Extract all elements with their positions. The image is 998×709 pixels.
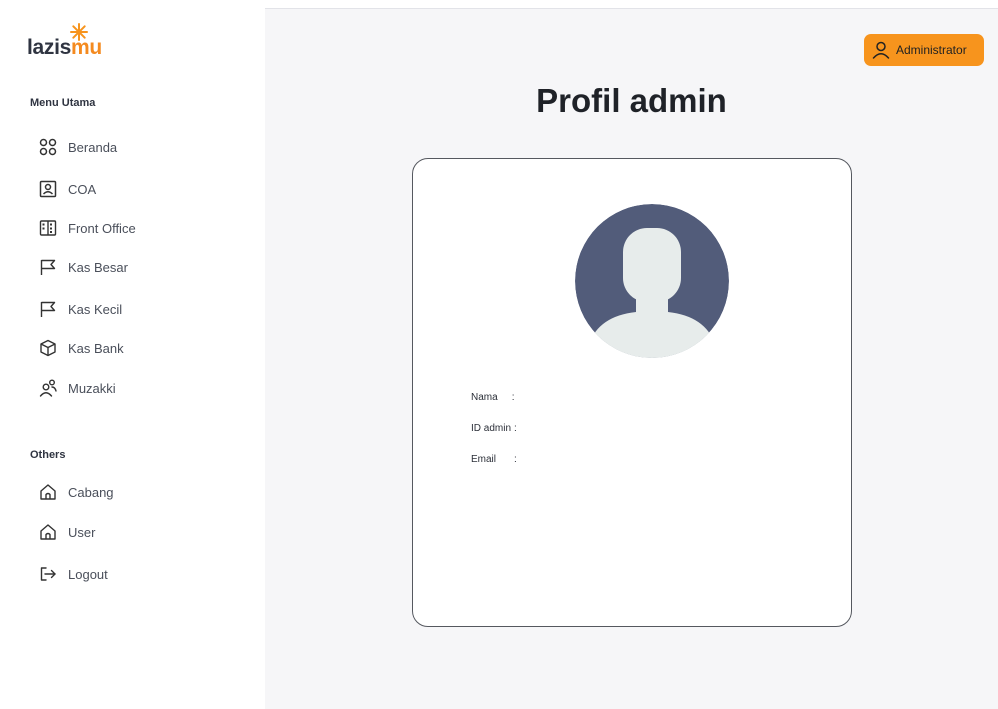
- avatar-placeholder-icon: [575, 204, 729, 358]
- logo-wordmark: lazismu: [27, 37, 102, 59]
- contact-card-icon: [38, 179, 58, 199]
- sidebar-item-label: Kas Kecil: [68, 301, 123, 317]
- sidebar-item-front-office[interactable]: Front Office: [38, 216, 238, 240]
- lazismu-logo[interactable]: lazismu: [27, 22, 147, 62]
- field-separator: :: [511, 392, 515, 403]
- sidebar-item-label: Kas Besar: [68, 259, 128, 275]
- logo-text-orange: mu: [71, 36, 102, 59]
- field-label: Nama: [471, 392, 498, 403]
- page-title: Profil admin: [536, 82, 727, 119]
- top-divider: [265, 8, 998, 9]
- field-label: Email: [471, 454, 497, 465]
- menu-utama-heading: Menu Utama: [30, 97, 96, 109]
- profile-field-nama: Nama:: [471, 392, 514, 403]
- administrator-label: Administrator: [896, 43, 967, 57]
- users-icon: [38, 378, 58, 398]
- sidebar-item-user[interactable]: User: [38, 520, 238, 544]
- field-label: ID admin: [471, 423, 512, 434]
- logout-icon: [38, 564, 58, 584]
- sidebar-item-label: Front Office: [68, 220, 136, 236]
- profile-card: Nama: ID admin: Email:: [412, 158, 852, 627]
- flag-icon: [38, 299, 58, 319]
- sidebar-item-kas-besar[interactable]: Kas Besar: [38, 255, 238, 279]
- sidebar-item-label: Kas Bank: [68, 340, 124, 356]
- others-heading: Others: [30, 449, 66, 461]
- field-separator: :: [514, 423, 517, 434]
- logo-text-dark: lazis: [27, 36, 72, 59]
- building-icon: [38, 218, 58, 238]
- sidebar-item-logout[interactable]: Logout: [38, 562, 238, 586]
- profile-field-email: Email:: [471, 454, 517, 465]
- field-separator: :: [514, 454, 517, 465]
- sidebar-item-beranda[interactable]: Beranda: [38, 135, 238, 159]
- sidebar-item-muzakki[interactable]: Muzakki: [38, 376, 238, 400]
- sidebar-item-label: Logout: [68, 566, 108, 582]
- administrator-button[interactable]: Administrator: [864, 34, 984, 66]
- sidebar-item-coa[interactable]: COA: [38, 177, 238, 201]
- box-icon: [38, 338, 58, 358]
- sidebar-item-label: Cabang: [68, 484, 114, 500]
- user-icon: [872, 41, 890, 59]
- sidebar-item-label: COA: [68, 181, 97, 197]
- home-icon: [38, 522, 58, 542]
- sidebar-item-kas-kecil[interactable]: Kas Kecil: [38, 297, 238, 321]
- sidebar-item-label: User: [68, 524, 96, 540]
- grid-icon: [38, 137, 58, 157]
- sidebar-item-cabang[interactable]: Cabang: [38, 480, 238, 504]
- sidebar-item-kas-bank[interactable]: Kas Bank: [38, 336, 238, 360]
- home-icon: [38, 482, 58, 502]
- sidebar-item-label: Muzakki: [68, 380, 116, 396]
- sidebar-item-label: Beranda: [68, 139, 118, 155]
- sidebar: lazismu Menu Utama Beranda COA Front Off…: [0, 0, 265, 709]
- profile-field-id-admin: ID admin:: [471, 423, 517, 434]
- flag-icon: [38, 257, 58, 277]
